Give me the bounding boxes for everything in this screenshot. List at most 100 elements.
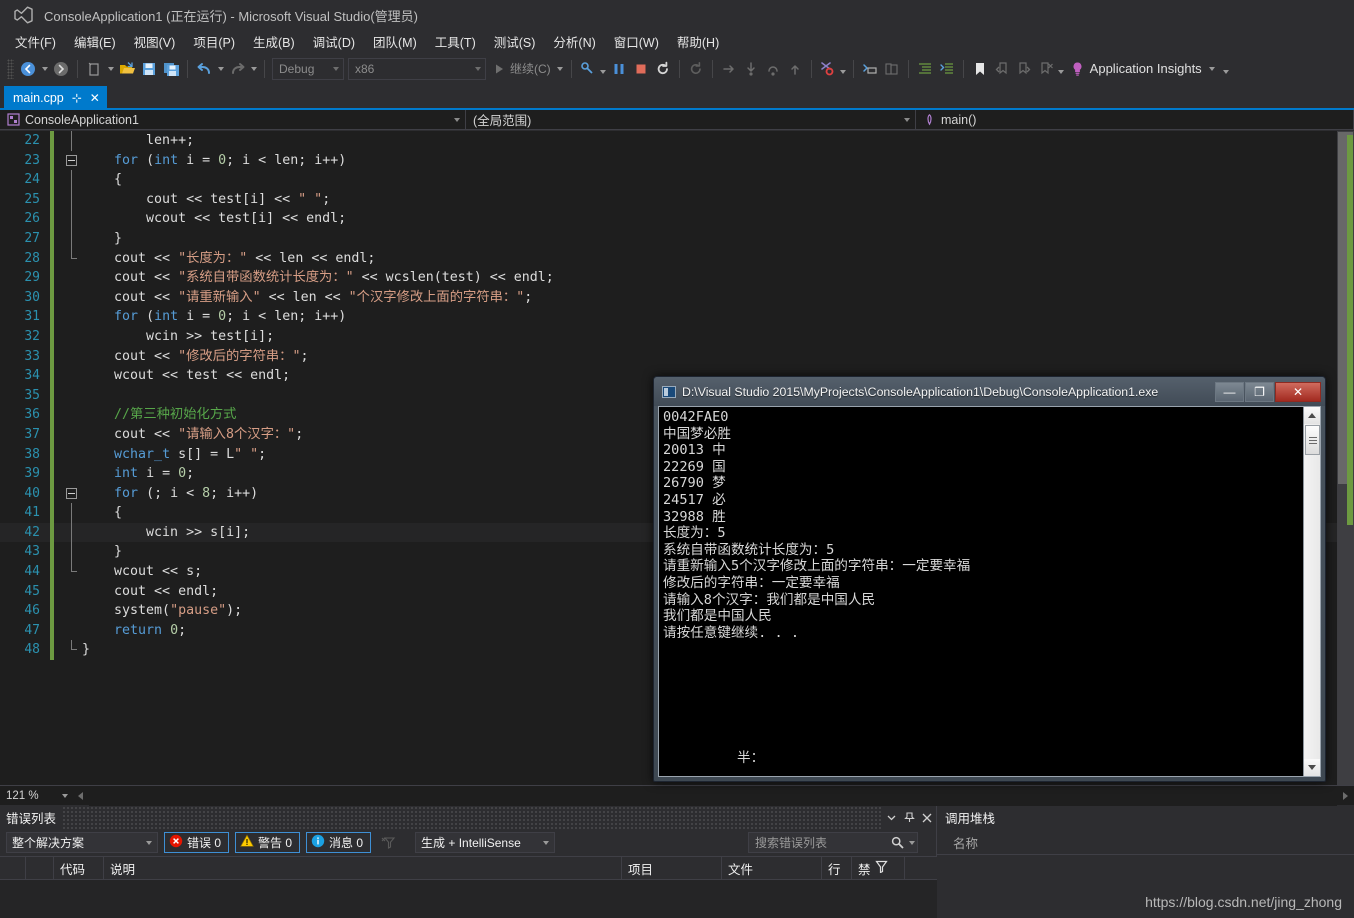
undo-dropdown[interactable]: [215, 57, 226, 81]
scroll-down-arrow-icon[interactable]: [1304, 759, 1320, 776]
horizontal-scrollbar-track[interactable]: [89, 785, 1337, 806]
show-next-statement-icon[interactable]: [718, 57, 740, 81]
menu-tools[interactable]: 工具(T): [426, 30, 485, 53]
col-suppress[interactable]: 禁: [852, 857, 905, 879]
comment-selection-icon[interactable]: [859, 57, 881, 81]
console-window[interactable]: D:\Visual Studio 2015\MyProjects\Console…: [653, 376, 1326, 782]
navbar-project-combo[interactable]: ConsoleApplication1: [0, 109, 466, 130]
solution-platform-combo[interactable]: x86: [348, 57, 486, 80]
save-icon[interactable]: [138, 57, 160, 81]
application-insights-button[interactable]: Application Insights: [1066, 57, 1222, 81]
solution-configuration-combo[interactable]: Debug: [272, 57, 344, 80]
undo-icon[interactable]: [193, 57, 215, 81]
navigate-forward-icon[interactable]: [50, 57, 72, 81]
navbar-scope-combo[interactable]: (全局范围): [466, 109, 916, 130]
code-line[interactable]: 32 wcin >> test[i];: [0, 326, 1337, 347]
code-line[interactable]: 23 for (int i = 0; i < len; i++): [0, 150, 1337, 171]
code-line[interactable]: 29 cout << "系统自带函数统计长度为：" << wcslen(test…: [0, 268, 1337, 288]
menu-view[interactable]: 视图(V): [125, 30, 185, 53]
pin-icon[interactable]: ⊹: [72, 92, 82, 104]
menu-file[interactable]: 文件(F): [6, 30, 65, 53]
minimize-button[interactable]: —: [1215, 381, 1244, 402]
code-line[interactable]: 30 cout << "请重新输入" << len << "个汉字修改上面的字符…: [0, 287, 1337, 308]
panel-menu-chevron-icon[interactable]: [882, 806, 900, 829]
clear-bookmarks-icon[interactable]: [1035, 57, 1057, 81]
restart-icon[interactable]: [652, 57, 674, 81]
breakpoints-icon[interactable]: [817, 57, 839, 81]
redo-dropdown[interactable]: [248, 57, 259, 81]
console-scroll-thumb[interactable]: [1305, 425, 1320, 455]
col-description[interactable]: 说明: [104, 857, 622, 879]
attach-overflow-dropdown[interactable]: [599, 57, 608, 81]
toolbar-overflow-dropdown[interactable]: [1222, 57, 1231, 81]
scroll-up-arrow-icon[interactable]: [1304, 407, 1320, 424]
stop-debugging-icon[interactable]: [630, 57, 652, 81]
messages-filter-chip[interactable]: 消息 0: [306, 832, 372, 853]
new-project-dropdown[interactable]: [105, 57, 116, 81]
code-line[interactable]: 31 for (int i = 0; i < len; i++): [0, 307, 1337, 327]
error-search-box[interactable]: 搜索错误列表: [748, 832, 918, 853]
menu-test[interactable]: 测试(S): [485, 30, 545, 53]
search-options-dropdown[interactable]: [907, 841, 917, 845]
menu-debug[interactable]: 调试(D): [304, 30, 364, 53]
toggle-bookmark-icon[interactable]: [969, 57, 991, 81]
col-file[interactable]: 文件: [722, 857, 822, 879]
bookmarks-overflow-dropdown[interactable]: [1057, 57, 1066, 81]
navbar-member-combo[interactable]: main(): [916, 109, 1354, 130]
code-line[interactable]: 24 {: [0, 170, 1337, 190]
menu-help[interactable]: 帮助(H): [668, 30, 728, 53]
attach-to-process-icon[interactable]: [577, 57, 599, 81]
col-icon[interactable]: [0, 857, 26, 879]
menu-window[interactable]: 窗口(W): [605, 30, 668, 53]
menu-team[interactable]: 团队(M): [364, 30, 426, 53]
code-line[interactable]: 33 cout << "修改后的字符串：";: [0, 346, 1337, 367]
hscroll-right-arrow[interactable]: [1337, 786, 1354, 806]
col-code[interactable]: 代码: [54, 857, 104, 879]
breakpoints-dropdown[interactable]: [839, 57, 848, 81]
menu-analyze[interactable]: 分析(N): [544, 30, 604, 53]
col-project[interactable]: 项目: [622, 857, 722, 879]
tab-main-cpp[interactable]: main.cpp ⊹ ✕: [4, 86, 107, 109]
console-vertical-scrollbar[interactable]: [1303, 407, 1320, 776]
previous-bookmark-icon[interactable]: [991, 57, 1013, 81]
call-stack-column-name[interactable]: 名称: [937, 831, 1354, 855]
collapse-region-toggle[interactable]: [62, 484, 80, 504]
new-project-icon[interactable]: [83, 57, 105, 81]
increase-indent-icon[interactable]: [936, 57, 958, 81]
break-all-icon[interactable]: [608, 57, 630, 81]
col-line[interactable]: 行: [822, 857, 852, 879]
decrease-indent-icon[interactable]: [914, 57, 936, 81]
clear-filter-icon[interactable]: [377, 836, 399, 850]
menu-edit[interactable]: 编辑(E): [65, 30, 125, 53]
code-line[interactable]: 25 cout << test[i] << " ";: [0, 189, 1337, 210]
code-line[interactable]: 26 wcout << test[i] << endl;: [0, 209, 1337, 229]
maximize-button[interactable]: ❐: [1245, 381, 1274, 402]
step-over-icon[interactable]: [762, 57, 784, 81]
zoom-level-combo[interactable]: 121 %: [0, 786, 72, 806]
build-intellisense-combo[interactable]: 生成 + IntelliSense: [415, 832, 556, 853]
step-out-icon[interactable]: [784, 57, 806, 81]
close-icon[interactable]: [918, 806, 936, 829]
step-into-icon[interactable]: [740, 57, 762, 81]
continue-button[interactable]: 继续(C): [488, 57, 555, 81]
next-bookmark-icon[interactable]: [1013, 57, 1035, 81]
navigate-backward-icon[interactable]: [17, 57, 39, 81]
collapse-region-toggle[interactable]: [62, 151, 80, 171]
code-line[interactable]: 28 cout << "长度为：" << len << endl;: [0, 248, 1337, 269]
console-title-bar[interactable]: D:\Visual Studio 2015\MyProjects\Console…: [654, 377, 1325, 406]
call-stack-rows[interactable]: https://blog.csdn.net/jing_zhong: [937, 856, 1354, 918]
console-client-area[interactable]: 0042FAE0 中国梦必胜 20013 中 22269 国 26790 梦 2…: [658, 406, 1321, 777]
col-blank[interactable]: [26, 857, 54, 879]
hscroll-left-arrow[interactable]: [72, 786, 89, 806]
close-button[interactable]: ✕: [1275, 381, 1321, 402]
code-line[interactable]: 27 }: [0, 228, 1337, 249]
warnings-filter-chip[interactable]: 警告 0: [235, 832, 301, 853]
menu-project[interactable]: 项目(P): [184, 30, 244, 53]
continue-dropdown[interactable]: [555, 57, 566, 81]
filter-icon[interactable]: [874, 860, 888, 876]
menu-build[interactable]: 生成(B): [244, 30, 304, 53]
error-list-rows[interactable]: [0, 880, 937, 918]
redo-icon[interactable]: [226, 57, 248, 81]
search-icon[interactable]: [887, 836, 907, 849]
uncomment-selection-icon[interactable]: [881, 57, 903, 81]
